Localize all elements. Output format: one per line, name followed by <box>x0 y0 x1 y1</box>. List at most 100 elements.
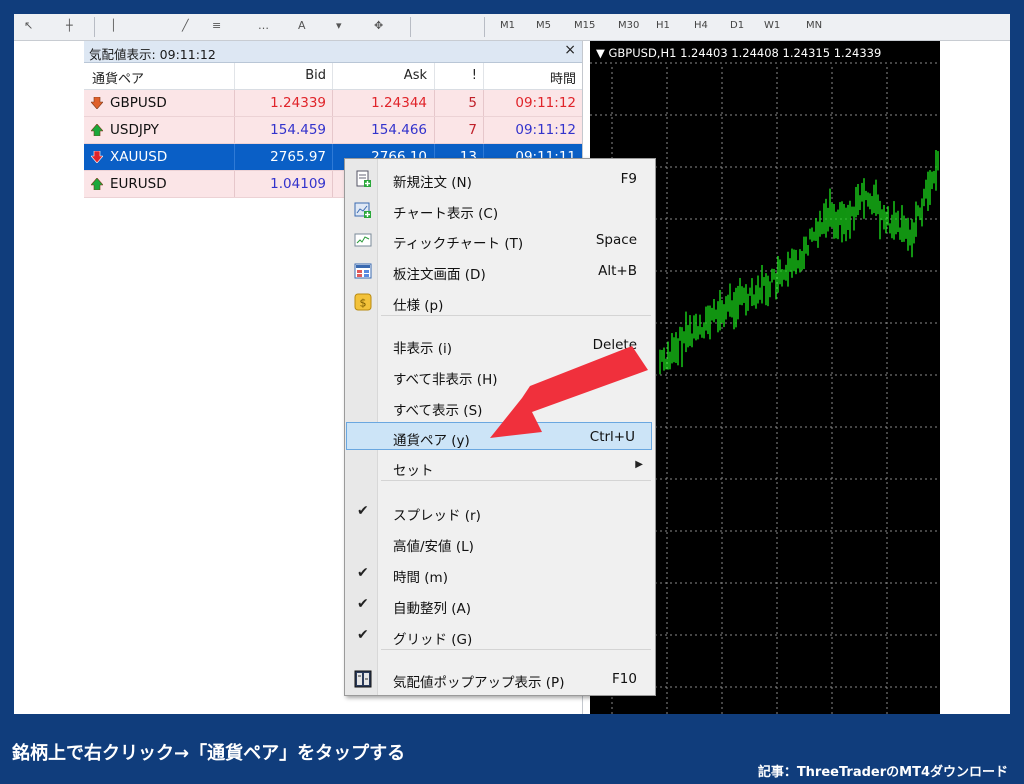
toolbar-separator <box>410 17 411 37</box>
column-divider <box>234 117 235 143</box>
menu-item-label: 高値/安値 (L) <box>393 539 474 555</box>
menu-item[interactable]: 気配値ポップアップ表示 (P) F10 <box>347 665 653 693</box>
text-icon[interactable]: … <box>258 19 269 33</box>
menu-item[interactable]: すべて非表示 (H) <box>347 362 653 390</box>
column-divider <box>483 63 484 89</box>
menu-item[interactable]: 板注文画面 (D) Alt+B <box>347 257 653 285</box>
column-header-time[interactable]: 時間 <box>550 68 576 87</box>
menu-item-label: 自動整列 (A) <box>393 601 472 617</box>
menu-item[interactable]: ✔ グリッド (G) <box>347 622 653 650</box>
menu-item[interactable]: セット ▶ <box>347 453 653 481</box>
quote-time: 09:11:12 <box>515 122 576 138</box>
symbol-row[interactable]: USDJPY 154.459 154.466 7 09:11:12 <box>84 117 582 144</box>
menu-item-label: 仕様 (p) <box>393 298 444 314</box>
marker-icon[interactable]: ✥ <box>374 19 383 33</box>
market-watch-header: 通貨ペア Bid Ask ! 時間 <box>84 63 582 90</box>
cursor-icon[interactable]: ↖ <box>24 19 33 33</box>
column-header-symbol[interactable]: 通貨ペア <box>92 68 144 87</box>
crosshair-icon[interactable]: ┼ <box>66 19 73 33</box>
close-icon[interactable]: × <box>564 42 576 58</box>
fibonacci-icon[interactable]: ≡ <box>212 19 221 33</box>
menu-item[interactable]: すべて表示 (S) <box>347 393 653 421</box>
price-up-arrow-icon <box>91 178 103 190</box>
timeframe-button[interactable]: MN <box>806 19 822 33</box>
column-divider <box>332 90 333 116</box>
bid-price: 2765.97 <box>270 149 326 165</box>
column-divider <box>483 117 484 143</box>
column-header-bid[interactable]: Bid <box>305 68 326 83</box>
market-watch-title: 気配値表示: 09:11:12 <box>89 47 216 62</box>
timeframe-button[interactable]: M1 <box>500 19 515 33</box>
ask-price: 1.24344 <box>371 95 427 111</box>
toolbar: ↖ ┼ │ ╱ ≡ … A ▾ ✥ M1 M5 M15 M30 H1 H4 D1 W1 MN <box>14 14 1010 41</box>
menu-item-label: 気配値ポップアップ表示 (P) <box>393 675 565 691</box>
price-down-arrow-icon <box>91 151 103 163</box>
menu-item-shortcut: F9 <box>620 171 637 187</box>
column-divider <box>332 117 333 143</box>
vertical-line-icon[interactable]: │ <box>110 19 117 33</box>
timeframe-button[interactable]: H4 <box>694 19 708 33</box>
column-divider <box>434 63 435 89</box>
menu-item[interactable]: ✔ 自動整列 (A) <box>347 591 653 619</box>
menu-item-label: セット <box>393 463 434 479</box>
menu-item[interactable]: 非表示 (i) Delete <box>347 331 653 359</box>
menu-item-label: 通貨ペア (y) <box>393 433 470 449</box>
caption-text: 銘柄上で右クリック→「通貨ペア」をタップする <box>12 743 406 764</box>
menu-item-shortcut: F10 <box>612 671 637 687</box>
label-icon[interactable]: A <box>298 19 306 33</box>
price-up-arrow-icon <box>91 124 103 136</box>
menu-item-label: チャート表示 (C) <box>393 206 499 222</box>
timeframe-button[interactable]: M5 <box>536 19 551 33</box>
submenu-arrow-icon: ▶ <box>635 459 643 470</box>
menu-item[interactable]: ティックチャート (T) Space <box>347 226 653 254</box>
checkmark-icon: ✔ <box>357 565 369 581</box>
menu-item[interactable]: チャート表示 (C) <box>347 196 653 224</box>
column-divider <box>434 117 435 143</box>
menu-item-label: 時間 (m) <box>393 570 448 586</box>
toolbar-separator <box>484 17 485 37</box>
menu-item-label: すべて非表示 (H) <box>393 372 498 388</box>
menu-item[interactable]: 高値/安値 (L) <box>347 529 653 557</box>
menu-item[interactable]: 通貨ペア (y) Ctrl+U <box>346 422 652 450</box>
spread-value: 5 <box>468 95 477 111</box>
article-label: 記事：ThreeTraderのMT4ダウンロード <box>757 765 1008 780</box>
menu-item[interactable]: ✔ スプレッド (r) <box>347 498 653 526</box>
timeframe-button[interactable]: M30 <box>618 19 639 33</box>
column-divider <box>483 90 484 116</box>
symbol-row[interactable]: GBPUSD 1.24339 1.24344 5 09:11:12 <box>84 90 582 117</box>
timeframe-button[interactable]: H1 <box>656 19 670 33</box>
symbol-name: XAUUSD <box>110 149 168 165</box>
column-header-ask[interactable]: Ask <box>404 68 427 83</box>
bid-price: 1.04109 <box>270 176 326 192</box>
column-divider <box>234 171 235 197</box>
spread-value: 7 <box>468 122 477 138</box>
svg-text:$: $ <box>360 297 367 310</box>
trendline-icon[interactable]: ╱ <box>182 19 189 33</box>
column-divider <box>234 144 235 170</box>
menu-item[interactable]: $ 仕様 (p) <box>347 288 653 316</box>
ask-price: 154.466 <box>371 122 427 138</box>
chart-window-icon <box>354 202 371 218</box>
menu-item-label: 新規注文 (N) <box>393 175 472 191</box>
price-down-arrow-icon <box>91 97 103 109</box>
menu-item-label: グリッド (G) <box>393 632 473 648</box>
symbol-name: EURUSD <box>110 176 167 192</box>
menu-item[interactable]: 新規注文 (N) F9 <box>347 165 653 193</box>
timeframe-button[interactable]: D1 <box>730 19 744 33</box>
timeframe-button[interactable]: W1 <box>764 19 780 33</box>
timeframe-button[interactable]: M15 <box>574 19 595 33</box>
depth-of-market-icon <box>354 263 372 279</box>
menu-item[interactable]: ✔ 時間 (m) <box>347 560 653 588</box>
menu-item-label: ティックチャート (T) <box>393 236 524 252</box>
column-divider <box>332 144 333 170</box>
column-divider <box>332 171 333 197</box>
column-header-spread[interactable]: ! <box>472 68 477 83</box>
popup-prices-icon <box>354 670 372 688</box>
symbol-name: GBPUSD <box>110 95 167 111</box>
chart-title: ▼ GBPUSD,H1 1.24403 1.24408 1.24315 1.24… <box>596 46 882 60</box>
market-watch-titlebar: 気配値表示: 09:11:12 × <box>84 41 582 63</box>
context-menu: 新規注文 (N) F9 チャート表示 (C) ティックチャート (T) Space 板注文… <box>344 158 656 696</box>
menu-item-label: すべて表示 (S) <box>393 403 483 419</box>
menu-item-shortcut: Ctrl+U <box>589 429 635 445</box>
arrow-tools-icon[interactable]: ▾ <box>336 19 342 33</box>
